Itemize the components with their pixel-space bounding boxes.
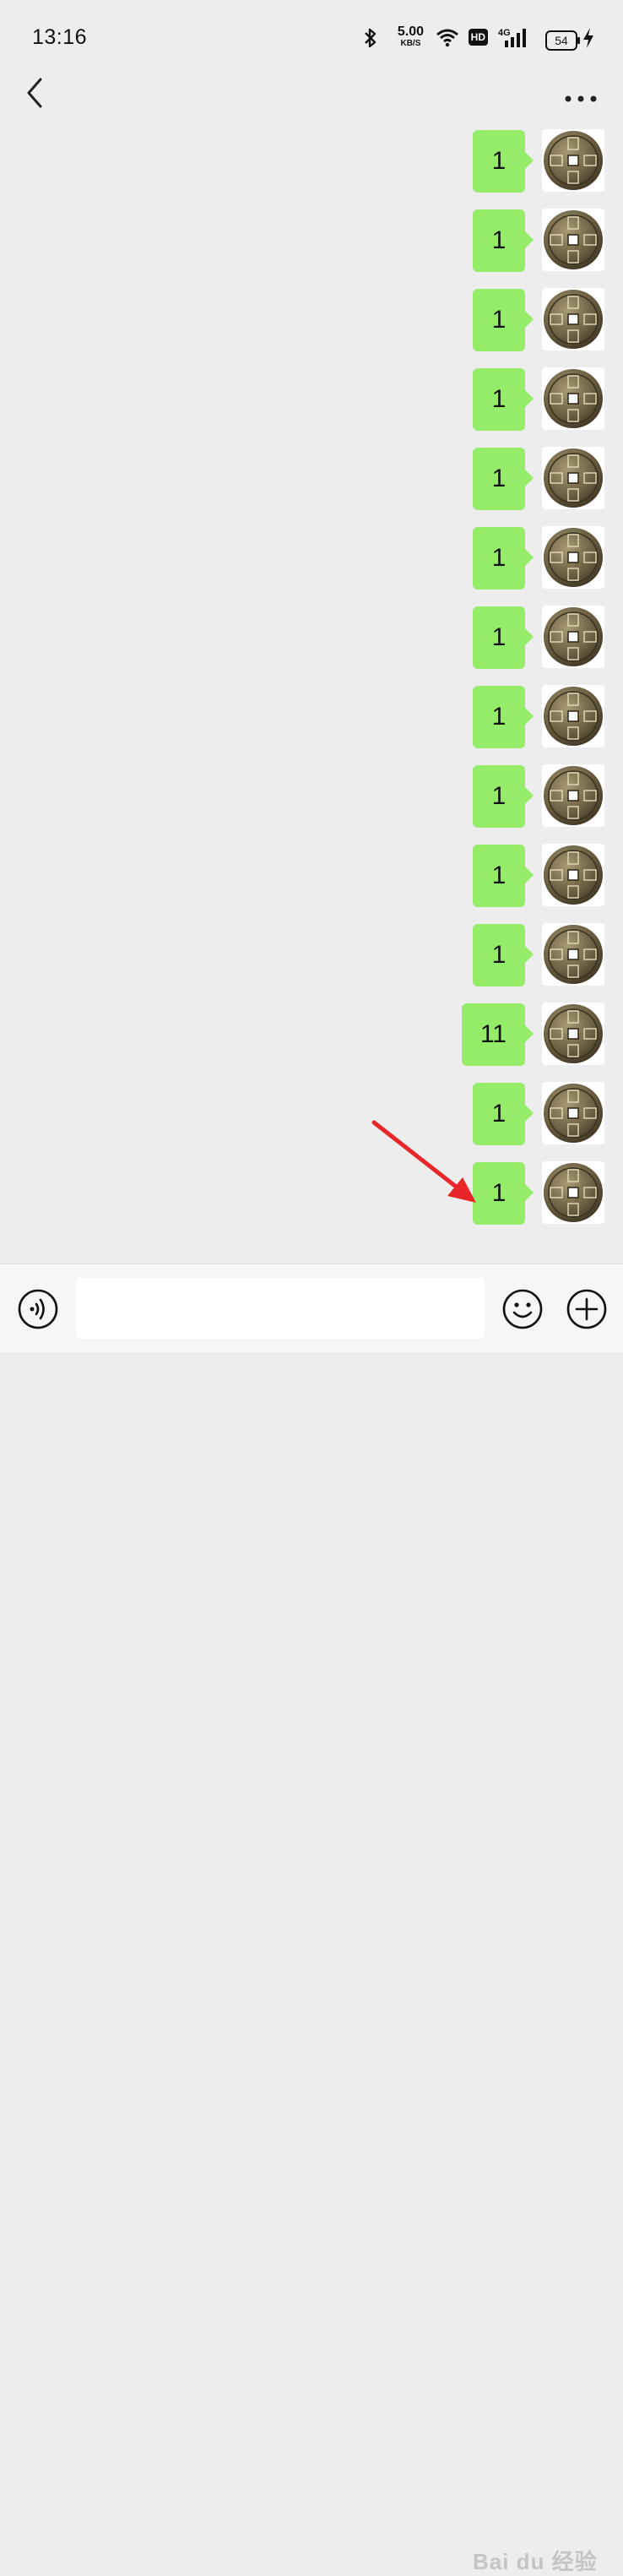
message-bubble[interactable]: 1 [473, 924, 534, 986]
avatar[interactable] [542, 367, 604, 430]
wifi-icon [436, 29, 458, 47]
avatar[interactable] [542, 288, 604, 351]
status-bar: 13:16 5.00 KB/S HD 4G 54 [0, 0, 623, 74]
charging-icon [583, 28, 593, 48]
avatar[interactable] [542, 209, 604, 271]
more-dots-icon [565, 95, 597, 102]
network-speed-unit: KB/S [400, 39, 421, 48]
message-bubble[interactable]: 1 [473, 130, 534, 193]
emoji-icon [502, 1289, 543, 1329]
status-time: 13:16 [32, 25, 88, 49]
avatar[interactable] [542, 1082, 604, 1144]
chat-message-list[interactable]: 1 1 1 1 1 1 1 1 1 1 1 11 1 1 [0, 128, 623, 1264]
avatar[interactable] [542, 447, 604, 509]
voice-icon [18, 1289, 58, 1329]
message-row: 1 [267, 365, 604, 431]
avatar[interactable] [542, 1161, 604, 1224]
message-row: 1 [267, 285, 604, 351]
message-bubble[interactable]: 1 [473, 845, 534, 907]
more-options-button[interactable] [564, 93, 598, 105]
avatar[interactable] [542, 923, 604, 986]
back-button[interactable] [20, 76, 54, 110]
message-bubble[interactable]: 1 [473, 289, 534, 351]
network-speed: 5.00 KB/S [398, 25, 424, 48]
network-speed-value: 5.00 [397, 24, 424, 39]
bluetooth-icon [365, 28, 377, 48]
message-row: 1 [267, 921, 604, 986]
message-row: 1 [267, 524, 604, 590]
avatar[interactable] [542, 1003, 604, 1065]
avatar[interactable] [542, 526, 604, 589]
message-row: 1 [267, 444, 604, 510]
message-row: 1 [267, 128, 604, 193]
message-bubble[interactable]: 1 [473, 368, 534, 431]
avatar[interactable] [542, 844, 604, 906]
hd-badge: HD [468, 29, 488, 46]
message-row: 11 [267, 1000, 604, 1066]
message-bubble[interactable]: 1 [473, 606, 534, 669]
voice-input-button[interactable] [17, 1288, 59, 1330]
message-row: 1 [267, 841, 604, 907]
message-bubble[interactable]: 11 [461, 1003, 534, 1066]
message-bubble[interactable]: 1 [473, 448, 534, 510]
message-text-input[interactable] [76, 1278, 485, 1339]
avatar[interactable] [542, 764, 604, 827]
emoji-button[interactable] [501, 1288, 544, 1330]
more-functions-button[interactable] [566, 1288, 608, 1330]
signal-icon: 4G [498, 28, 526, 47]
avatar[interactable] [542, 606, 604, 668]
message-bubble[interactable]: 1 [473, 527, 534, 590]
network-type: 4G [498, 28, 511, 38]
message-bubble[interactable]: 1 [473, 765, 534, 828]
avatar[interactable] [542, 129, 604, 192]
plus-icon [566, 1289, 607, 1329]
annotation-arrow [371, 1120, 476, 1203]
chevron-left-icon [27, 78, 42, 108]
avatar[interactable] [542, 685, 604, 747]
message-row: 1 [267, 206, 604, 272]
chat-nav-bar [0, 74, 623, 128]
message-row: 1 [267, 682, 604, 748]
message-row: 1 [267, 603, 604, 669]
message-bubble[interactable]: 1 [473, 686, 534, 748]
battery-indicator: 54 [545, 30, 580, 51]
message-bubble[interactable]: 1 [473, 209, 534, 272]
watermark: Bai du 经验 [473, 2549, 598, 2574]
message-row: 1 [267, 762, 604, 828]
chat-input-bar: Bai du 经验 [0, 1264, 623, 2574]
